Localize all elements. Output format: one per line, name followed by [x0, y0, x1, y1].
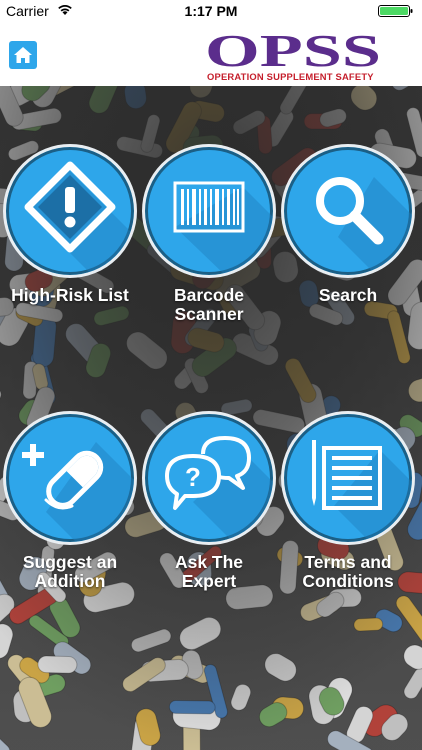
- high-risk-list-button[interactable]: High-Risk List: [0, 144, 140, 305]
- menu-label: Search: [318, 285, 378, 305]
- main-menu: High-Risk List Barcode Scanner Search Su…: [0, 86, 422, 750]
- battery-icon: [378, 5, 413, 17]
- menu-label: Terms and Conditions: [302, 552, 394, 591]
- svg-text:?: ?: [185, 462, 201, 492]
- search-button[interactable]: Search: [278, 144, 418, 305]
- clock: 1:17 PM: [184, 3, 238, 19]
- status-bar: Carrier 1:17 PM: [0, 0, 422, 22]
- warning-icon: [24, 161, 116, 253]
- barcode-icon: [173, 181, 245, 233]
- menu-label: High-Risk List: [11, 285, 129, 305]
- opss-logo: OPSS OPERATION SUPPLEMENT SAFETY: [205, 25, 383, 84]
- home-button[interactable]: [9, 41, 37, 69]
- barcode-scanner-button[interactable]: Barcode Scanner: [139, 144, 279, 324]
- home-icon: [14, 47, 32, 63]
- menu-label: Suggest an Addition: [22, 552, 118, 591]
- ask-the-expert-button[interactable]: ? Ask The Expert: [139, 411, 279, 591]
- app-header: OPSS OPERATION SUPPLEMENT SAFETY: [0, 22, 422, 87]
- search-icon: [316, 177, 384, 245]
- menu-label: Barcode Scanner: [173, 285, 245, 324]
- logo-mark: OPSS: [205, 25, 381, 76]
- add-pill-icon: [22, 444, 104, 510]
- suggest-addition-button[interactable]: Suggest an Addition: [0, 411, 140, 591]
- document-icon: [312, 440, 382, 510]
- logo-tagline: OPERATION SUPPLEMENT SAFETY: [207, 71, 374, 82]
- terms-and-conditions-button[interactable]: Terms and Conditions: [278, 411, 418, 591]
- logo-text: OPSS: [205, 28, 381, 70]
- chat-question-icon: ?: [165, 436, 251, 510]
- menu-label: Ask The Expert: [174, 552, 244, 591]
